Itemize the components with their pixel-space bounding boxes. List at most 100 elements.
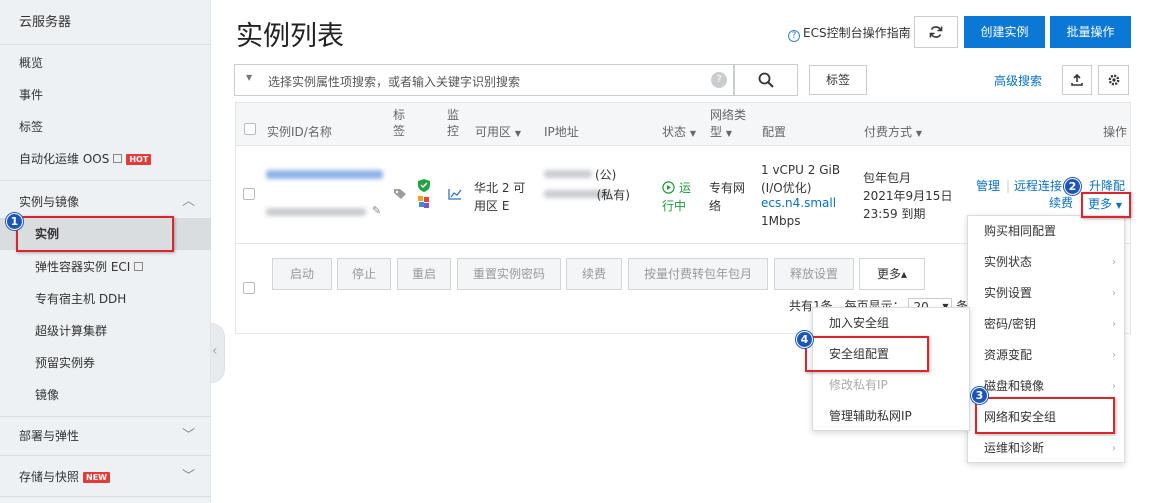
menu-item-password-key[interactable]: 密码/密钥 › — [968, 309, 1124, 340]
chevron-down-icon: ﹀ — [181, 469, 195, 484]
sidebar-item-reserved[interactable]: 预留实例券 — [0, 347, 211, 379]
instance-type-link[interactable]: ecs.n4.small — [761, 194, 836, 212]
menu-item-instance-settings[interactable]: 实例设置 › — [968, 278, 1124, 309]
status-value: 运行中 — [662, 181, 692, 213]
reset-password-button[interactable]: 重置实例密码 — [457, 258, 561, 290]
instance-id-link[interactable] — [266, 170, 383, 179]
chevron-right-icon: › — [1112, 288, 1116, 299]
highlight-box-network-security — [975, 397, 1115, 434]
public-ip — [544, 170, 592, 178]
settings-button[interactable] — [1098, 65, 1129, 95]
help-icon: ? — [788, 30, 800, 42]
edit-icon[interactable]: ✎ — [372, 204, 381, 217]
search-placeholder: 选择实例属性项搜索，或者输入关键字识别搜索 — [268, 75, 521, 89]
sidebar-item-events[interactable]: 事件 — [0, 79, 211, 111]
remote-connect-link[interactable]: 远程连接 — [1014, 177, 1062, 195]
footer-select-all-checkbox[interactable] — [243, 282, 255, 294]
sidebar-item-label: 弹性容器实例 ECI — [35, 260, 131, 274]
column-status[interactable]: 状态 ▼ — [662, 123, 696, 143]
hot-badge: HOT — [126, 154, 152, 165]
menu-item-resource-change[interactable]: 资源变配 › — [968, 340, 1124, 371]
monitor-chart-icon[interactable] — [448, 188, 462, 200]
sidebar-item-eci[interactable]: 弹性容器实例 ECI — [0, 251, 211, 283]
sidebar-group-storage[interactable]: 存储与快照 NEW ﹀ — [0, 461, 211, 493]
chevron-left-icon: ‹ — [212, 343, 218, 359]
row-checkbox[interactable] — [243, 188, 255, 200]
tag-icon[interactable] — [393, 188, 407, 200]
batch-operations-button[interactable]: 批量操作 — [1050, 16, 1131, 48]
sidebar-item-label: 自动化运维 OOS — [19, 152, 110, 166]
export-button[interactable] — [1062, 65, 1092, 95]
menu-item-ops-diagnosis[interactable]: 运维和诊断 › — [968, 433, 1124, 464]
start-button[interactable]: 启动 — [272, 258, 332, 290]
restart-button[interactable]: 重启 — [397, 258, 451, 290]
sidebar-item-scc[interactable]: 超级计算集群 — [0, 315, 211, 347]
stop-button[interactable]: 停止 — [337, 258, 391, 290]
instance-name — [266, 208, 366, 216]
tag-filter-button[interactable]: 标签 — [809, 65, 867, 95]
create-instance-button[interactable]: 创建实例 — [964, 16, 1045, 48]
sidebar-item-overview[interactable]: 概览 — [0, 47, 211, 79]
release-settings-button[interactable]: 释放设置 — [774, 258, 854, 290]
callout-2: 2 — [1064, 178, 1081, 195]
bandwidth-value: 1Mbps — [761, 214, 801, 228]
menu-item-label: 密码/密钥 — [984, 317, 1037, 331]
column-ip: IP地址 — [544, 125, 579, 139]
public-ip-suffix: (公) — [595, 168, 617, 182]
sidebar-item-images[interactable]: 镜像 — [0, 379, 211, 411]
convert-billing-button[interactable]: 按量付费转包年包月 — [628, 258, 768, 290]
callout-4: 4 — [796, 331, 813, 348]
multi-color-app-icon[interactable] — [418, 196, 430, 208]
external-link-icon — [113, 154, 123, 163]
column-zone[interactable]: 可用区 ▼ — [475, 123, 521, 143]
gear-icon — [1108, 74, 1119, 86]
advanced-search-link[interactable]: 高级搜索 — [994, 72, 1042, 89]
expire-date: 2021年9月15日 — [863, 189, 953, 203]
menu-item-label: 购买相同配置 — [984, 224, 1057, 238]
table-header: 实例ID/名称 标签 监控 可用区 ▼ IP地址 状态 ▼ 网络类型 ▼ 配置 … — [235, 102, 1131, 146]
column-config: 配置 — [762, 125, 787, 139]
chevron-up-icon: ︿ — [181, 194, 195, 209]
sidebar-item-ddh[interactable]: 专有宿主机 DDH — [0, 283, 211, 315]
sidebar-group-deploy[interactable]: 部署与弹性 ﹀ — [0, 420, 211, 452]
sidebar-collapse-handle[interactable]: ‹ — [211, 323, 225, 383]
chevron-right-icon: › — [1112, 350, 1116, 361]
renew-link[interactable]: 续费 — [1049, 194, 1073, 212]
menu-item-instance-status[interactable]: 实例状态 › — [968, 247, 1124, 278]
highlight-box-security-group-config — [805, 336, 929, 372]
network-value: 专有网络 — [709, 181, 746, 213]
renew-button[interactable]: 续费 — [566, 258, 622, 290]
sidebar-group-label: 部署与弹性 — [19, 429, 80, 443]
menu-item-label: 实例设置 — [984, 286, 1033, 300]
menu-item-manage-secondary-ip[interactable]: 管理辅助私网IP — [813, 401, 969, 432]
help-icon[interactable]: ? — [711, 72, 727, 88]
column-actions: 操作 — [1103, 125, 1128, 139]
column-billing[interactable]: 付费方式 ▼ — [864, 123, 922, 143]
sidebar-item-oos[interactable]: 自动化运维 OOS HOT — [0, 143, 211, 175]
column-network[interactable]: 网络类型 ▼ — [710, 107, 756, 142]
column-id-name: 实例ID/名称 — [267, 125, 332, 139]
caret-down-icon: ▼ — [689, 129, 696, 138]
guide-link[interactable]: ? ECS控制台操作指南 — [788, 24, 911, 42]
manage-link[interactable]: 管理 — [976, 177, 1000, 195]
shield-icon[interactable] — [418, 179, 430, 192]
sidebar-item-tags[interactable]: 标签 — [0, 111, 211, 143]
highlight-box-more — [1081, 192, 1131, 218]
menu-item-buy-same[interactable]: 购买相同配置 — [968, 216, 1124, 247]
refresh-button[interactable] — [914, 16, 958, 48]
menu-item-label: 磁盘和镜像 — [984, 379, 1045, 393]
sidebar-group-instances[interactable]: 实例与镜像 ︿ — [0, 186, 211, 218]
highlight-box-instances — [16, 216, 174, 252]
caret-down-icon: ▼ — [915, 129, 922, 138]
column-tag: 标签 — [393, 108, 406, 138]
guide-label: ECS控制台操作指南 — [803, 26, 911, 40]
menu-item-modify-private-ip: 修改私有IP — [829, 378, 888, 392]
more-batch-button[interactable]: 更多▴ — [859, 258, 925, 290]
sidebar-header: 云服务器 — [19, 15, 72, 30]
menu-item-join-security-group[interactable]: 加入安全组 — [813, 308, 969, 339]
search-button[interactable] — [734, 64, 798, 96]
search-input[interactable]: ▼ 选择实例属性项搜索，或者输入关键字识别搜索 ? — [234, 64, 734, 96]
select-all-checkbox[interactable] — [244, 123, 256, 135]
column-monitor: 监控 — [447, 108, 460, 138]
sidebar-group-label: 实例与镜像 — [19, 195, 80, 209]
